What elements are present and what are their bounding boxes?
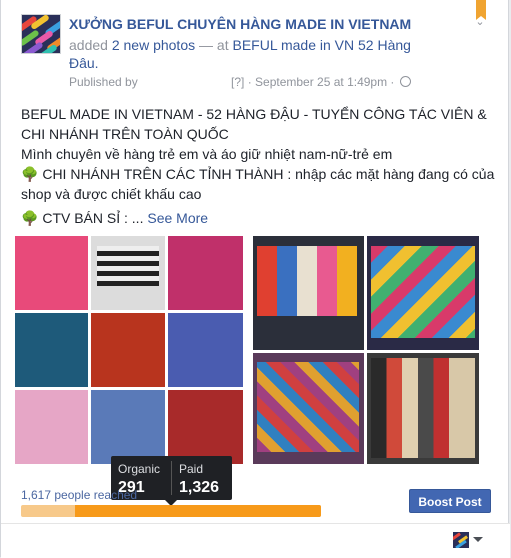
post-line-2: Mình chuyên về hàng trẻ em và áo giữ nhi… [21,146,393,162]
tree-emoji-icon: 🌳 [21,210,39,226]
page-avatar[interactable] [21,14,61,54]
photo-grid [11,232,483,468]
post-body: BEFUL MADE IN VIETNAM - 52 HÀNG ĐẬU - TU… [21,104,501,228]
post-date[interactable]: · September 25 at 1:49pm · [248,75,395,89]
see-more-link[interactable]: See More [147,210,208,226]
actor-avatar[interactable] [453,532,469,548]
chevron-down-icon[interactable]: ⌄ [474,17,486,28]
post-card: ⌄ XƯỞNG BEFUL CHUYÊN HÀNG MADE IN VIETNA… [0,0,510,558]
published-by: Published by [69,75,138,89]
post-meta: Published by [?] · September 25 at 1:49p… [69,75,449,89]
help-mark[interactable]: [?] [231,75,244,89]
caret-down-icon[interactable] [473,537,483,542]
paid-label: Paid [179,462,204,476]
post-footer [1,523,510,558]
post-line-3: 🌳 CHI NHÁNH TRÊN CÁC TỈNH THÀNH : nhập c… [21,166,495,202]
tree-emoji-icon: 🌳 [21,166,39,182]
tooltip-divider [171,461,172,495]
activity-line: added 2 new photos — at BEFUL made in VN… [69,36,439,72]
photos-link[interactable]: 2 new photos [112,37,195,53]
globe-icon [399,76,411,87]
bookmark-icon[interactable] [476,0,486,20]
page-name[interactable]: XƯỞNG BEFUL CHUYÊN HÀNG MADE IN VIETNAM [69,16,411,32]
paid-value: 1,326 [179,479,220,496]
reach-bar[interactable] [21,505,321,517]
post-line-1: BEFUL MADE IN VIETNAM - 52 HÀNG ĐẬU - TU… [21,106,487,142]
organic-label: Organic [118,462,161,476]
photo-thermal-products[interactable] [249,232,483,468]
boost-post-button[interactable]: Boost Post [409,489,491,513]
paid-reach-fill [75,505,321,517]
people-reached[interactable]: 1,617 people reached [21,488,137,502]
added-prefix: added [69,37,112,53]
at-text: — at [195,37,233,53]
post-line-4: 🌳 CTV BÁN SỈ : ... See More [21,210,209,226]
photo-kids-clothing[interactable] [11,232,247,468]
